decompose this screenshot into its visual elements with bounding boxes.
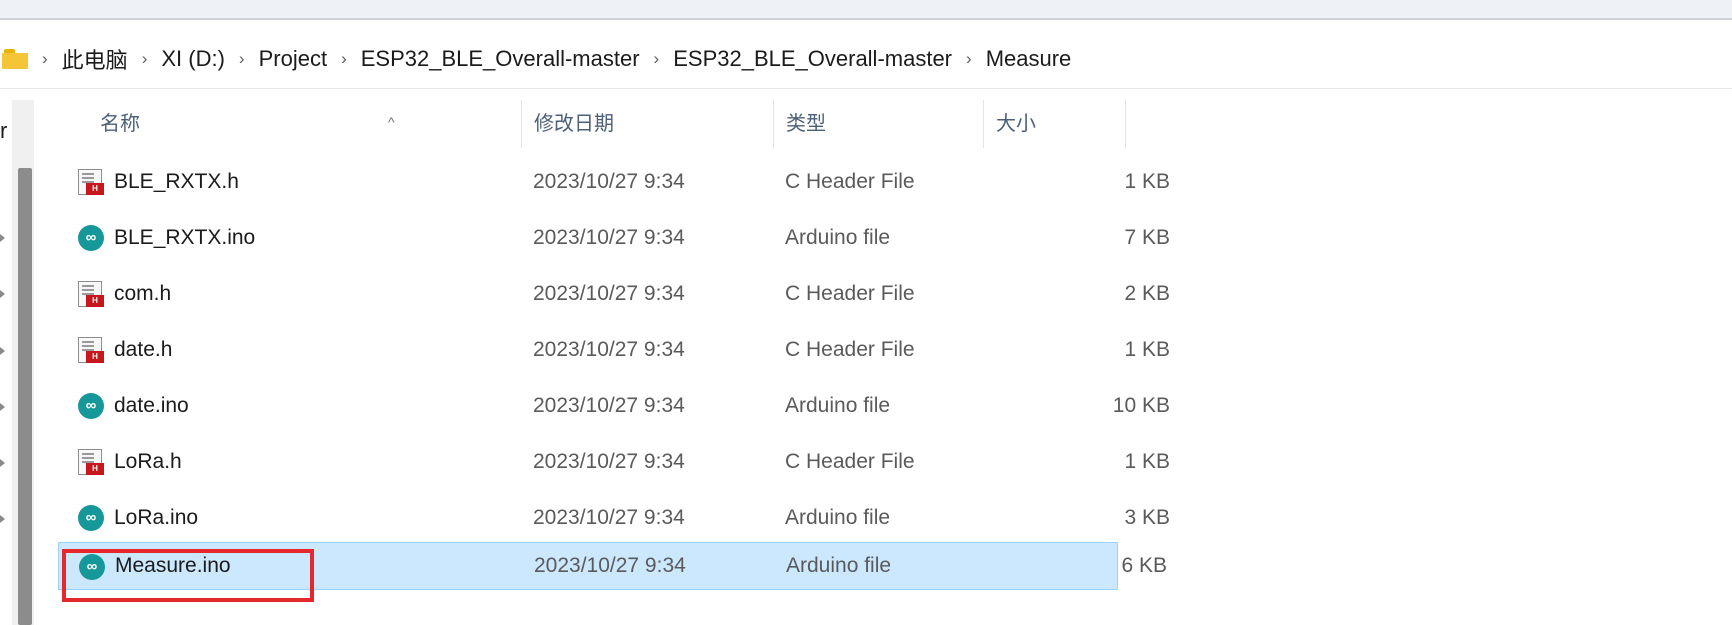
file-size: 1 KB — [1124, 170, 1170, 193]
file-size: 3 KB — [1124, 506, 1170, 529]
file-size: 1 KB — [1124, 338, 1170, 361]
breadcrumb-this-pc[interactable]: 此电脑 — [62, 43, 128, 75]
chevron-right-icon[interactable]: › — [142, 49, 148, 69]
folder-icon — [2, 49, 28, 69]
file-type: Arduino file — [785, 226, 891, 249]
file-row[interactable]: H BLE_RXTX.h 2023/10/27 9:34 C Header Fi… — [58, 154, 1170, 210]
expand-arrow-icon[interactable] — [0, 290, 5, 298]
file-type: Arduino file — [785, 506, 891, 529]
file-date: 2023/10/27 9:34 — [533, 450, 685, 473]
c-header-file-icon: H — [78, 449, 104, 475]
arduino-file-icon: ∞ — [79, 554, 105, 580]
file-row[interactable]: ∞ date.ino 2023/10/27 9:34 Arduino file … — [58, 378, 1170, 434]
file-row[interactable]: H LoRa.h 2023/10/27 9:34 C Header File 1… — [58, 434, 1170, 490]
file-name: LoRa.h — [114, 450, 182, 473]
column-header-date[interactable]: 修改日期 — [522, 100, 774, 148]
nav-scrollbar-thumb[interactable] — [18, 168, 32, 625]
file-date: 2023/10/27 9:34 — [533, 170, 685, 193]
file-size: 10 KB — [1112, 394, 1170, 417]
column-header-name-label: 名称 — [100, 113, 140, 135]
breadcrumb-drive-d[interactable]: XI (D:) — [161, 46, 225, 72]
file-type: C Header File — [785, 170, 915, 193]
sort-ascending-icon: ^ — [388, 114, 395, 130]
file-row-selected[interactable]: ∞ Measure.ino 2023/10/27 9:34 Arduino fi… — [58, 542, 1167, 590]
file-name: LoRa.ino — [114, 506, 199, 529]
nav-item-label-partial[interactable]: r — [0, 118, 7, 144]
c-header-file-icon: H — [78, 281, 104, 307]
file-name: BLE_RXTX.h — [114, 170, 239, 193]
file-name: BLE_RXTX.ino — [114, 226, 256, 249]
column-header-type[interactable]: 类型 — [774, 100, 984, 148]
expand-arrow-icon[interactable] — [0, 459, 5, 467]
breadcrumb-esp32-outer[interactable]: ESP32_BLE_Overall-master — [361, 46, 640, 72]
file-row[interactable]: H com.h 2023/10/27 9:34 C Header File 2 … — [58, 266, 1170, 322]
chevron-right-icon[interactable]: › — [341, 49, 347, 69]
file-date: 2023/10/27 9:34 — [533, 226, 685, 249]
file-date: 2023/10/27 9:34 — [533, 506, 685, 529]
column-headers: 名称 ^ 修改日期 类型 大小 — [58, 100, 1126, 148]
file-name: com.h — [114, 282, 172, 305]
file-row[interactable]: ∞ BLE_RXTX.ino 2023/10/27 9:34 Arduino f… — [58, 210, 1170, 266]
chevron-right-icon[interactable]: › — [966, 49, 972, 69]
file-name: date.h — [114, 338, 173, 361]
file-size: 7 KB — [1124, 226, 1170, 249]
chevron-right-icon[interactable]: › — [42, 49, 48, 69]
arduino-file-icon: ∞ — [78, 225, 104, 251]
expand-arrow-icon[interactable] — [0, 347, 5, 355]
file-size: 2 KB — [1124, 282, 1170, 305]
expand-arrow-icon[interactable] — [0, 515, 5, 523]
breadcrumb-measure[interactable]: Measure — [986, 46, 1072, 72]
window-top-strip — [0, 0, 1732, 20]
expand-arrow-icon[interactable] — [0, 403, 5, 411]
file-date: 2023/10/27 9:34 — [533, 282, 685, 305]
file-row[interactable]: H date.h 2023/10/27 9:34 C Header File 1… — [58, 322, 1170, 378]
breadcrumb-project[interactable]: Project — [259, 46, 327, 72]
file-type: C Header File — [785, 338, 915, 361]
column-header-name[interactable]: 名称 ^ — [88, 100, 522, 148]
expand-arrow-icon[interactable] — [0, 234, 5, 242]
address-bar[interactable]: › 此电脑 › XI (D:) › Project › ESP32_BLE_Ov… — [0, 30, 1732, 89]
file-name: Measure.ino — [115, 554, 231, 577]
c-header-file-icon: H — [78, 169, 104, 195]
c-header-file-icon: H — [78, 337, 104, 363]
file-type: C Header File — [785, 450, 915, 473]
file-type: Arduino file — [785, 394, 891, 417]
file-size: 6 KB — [1121, 554, 1167, 577]
file-type: Arduino file — [786, 554, 892, 577]
file-type: C Header File — [785, 282, 915, 305]
file-name: date.ino — [114, 394, 189, 417]
file-date: 2023/10/27 9:34 — [533, 394, 685, 417]
file-list: H BLE_RXTX.h 2023/10/27 9:34 C Header Fi… — [58, 154, 1170, 594]
file-date: 2023/10/27 9:34 — [534, 554, 686, 577]
chevron-right-icon[interactable]: › — [654, 49, 660, 69]
file-date: 2023/10/27 9:34 — [533, 338, 685, 361]
arduino-file-icon: ∞ — [78, 393, 104, 419]
chevron-right-icon[interactable]: › — [239, 49, 245, 69]
column-header-size[interactable]: 大小 — [984, 100, 1126, 148]
arduino-file-icon: ∞ — [78, 505, 104, 531]
breadcrumb-esp32-inner[interactable]: ESP32_BLE_Overall-master — [673, 46, 952, 72]
file-size: 1 KB — [1124, 450, 1170, 473]
file-row[interactable]: ∞ LoRa.ino 2023/10/27 9:34 Arduino file … — [58, 490, 1170, 546]
